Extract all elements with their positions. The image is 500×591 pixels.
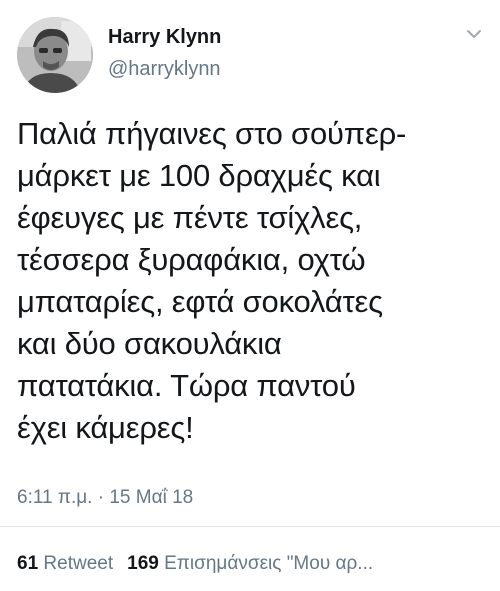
tweet-text-line: έχει κάμερες!	[17, 410, 194, 445]
likes-label: Επισημάνσεις "Μου αρ...	[164, 553, 374, 574]
tweet-stats: 61 Retweet 169 Επισημάνσεις "Μου αρ...	[17, 553, 373, 575]
divider	[0, 526, 500, 527]
tweet-text-line: τέσσερα ξυραφάκια, οχτώ	[17, 242, 366, 277]
tweet-text-line: Παλιά πήγαινες στο σούπερ-	[17, 116, 407, 151]
likes-count: 169	[127, 553, 159, 574]
retweets-label: Retweet	[43, 553, 114, 574]
tweet-text-line: έφευγες με πέντε τσίχλες,	[17, 200, 363, 235]
tweet-text-line: μάρκετ με 100 δραχμές και	[17, 158, 381, 193]
author-name[interactable]: Harry Klynn	[108, 26, 221, 49]
likes-stat[interactable]: 169 Επισημάνσεις "Μου αρ...	[127, 553, 373, 574]
tweet-text-line: και δύο σακουλάκια	[17, 326, 282, 361]
tweet-timestamp[interactable]: 6:11 π.μ. · 15 Μαΐ 18	[17, 487, 193, 509]
avatar[interactable]	[17, 17, 93, 93]
chevron-down-icon[interactable]	[465, 27, 483, 41]
avatar-photo	[17, 17, 93, 93]
retweets-count: 61	[17, 553, 39, 574]
author-handle[interactable]: @harryklynn	[108, 58, 221, 81]
tweet-text-line: μπαταρίες, εφτά σοκολάτες	[17, 284, 383, 319]
retweets-stat[interactable]: 61 Retweet	[17, 553, 113, 574]
tweet-card: Harry Klynn @harryklynn Παλιά πήγαινες σ…	[0, 0, 500, 591]
tweet-text: Παλιά πήγαινες στο σούπερ- μάρκετ με 100…	[17, 113, 487, 449]
tweet-text-line: πατατάκια. Τώρα παντού	[17, 368, 356, 403]
